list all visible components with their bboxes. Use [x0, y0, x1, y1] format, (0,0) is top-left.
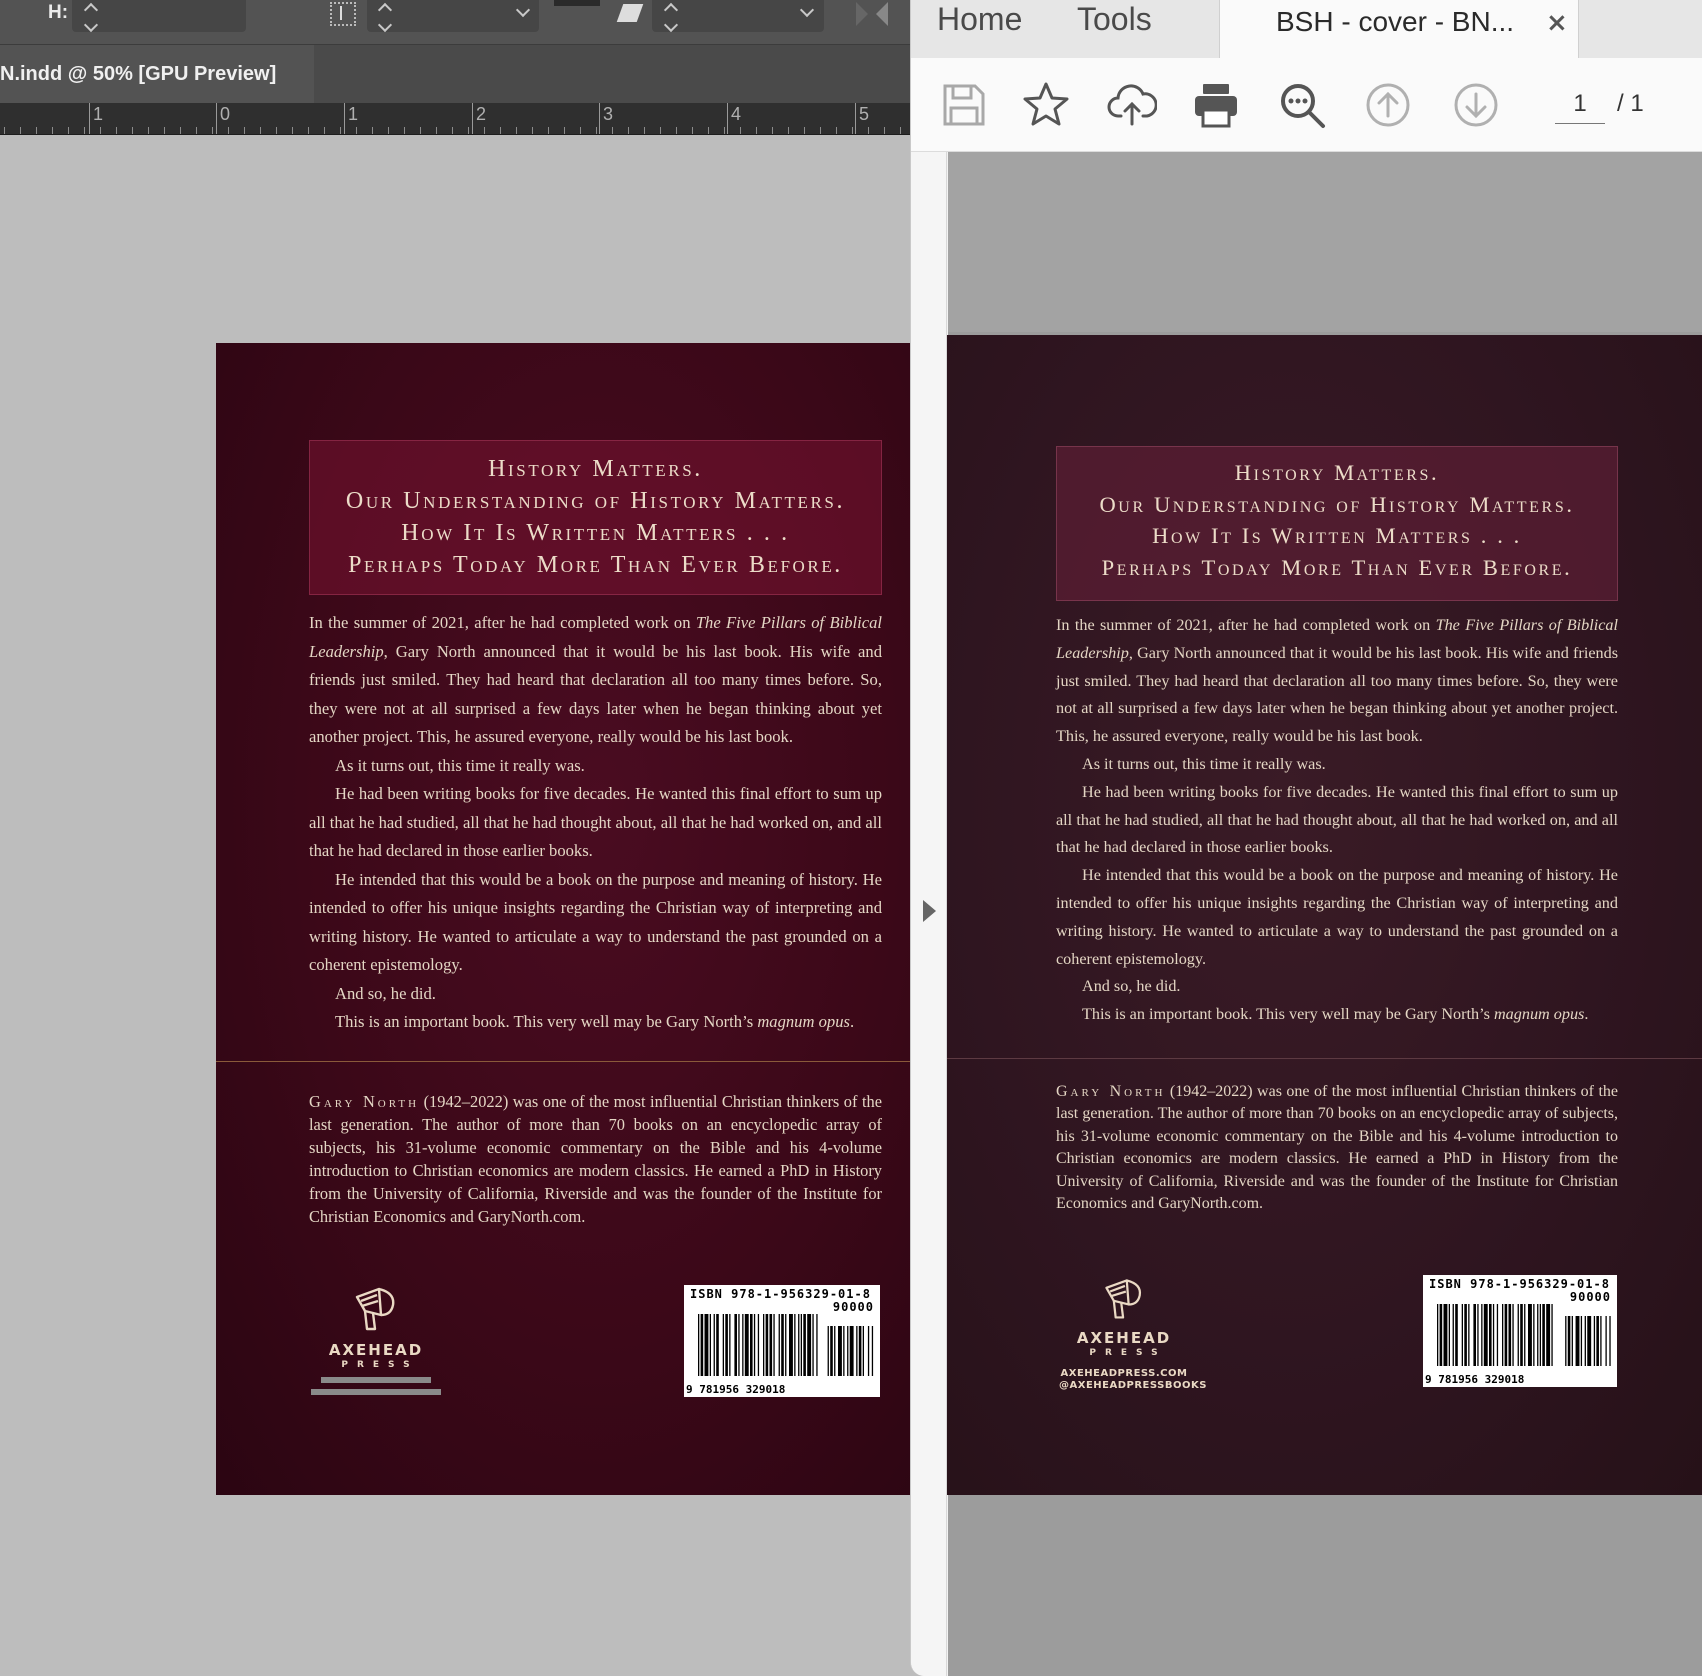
ruler-number: 4 — [731, 104, 742, 124]
axehead-megaphone-icon — [1105, 1279, 1142, 1319]
page-number-input[interactable]: 1 — [1555, 84, 1605, 124]
barcode-bars — [1437, 1304, 1611, 1366]
placeholder-lines — [311, 1377, 441, 1401]
quote-box: History Matters. Our Understanding of Hi… — [309, 440, 882, 595]
shear-stepper[interactable] — [660, 0, 682, 38]
ruler-number: 3 — [603, 104, 614, 124]
bookmark-star-icon[interactable] — [1021, 80, 1071, 130]
expand-pane-icon[interactable] — [923, 900, 936, 922]
divider — [947, 1058, 1702, 1059]
indesign-control-bar: H: — [0, 0, 910, 45]
quote-line: How It Is Written Matters . . . — [1152, 523, 1522, 548]
acrobat-cover-page[interactable]: History Matters. Our Understanding of Hi… — [947, 335, 1702, 1495]
height-stepper[interactable] — [80, 0, 102, 38]
zoom-icon[interactable] — [1277, 80, 1327, 130]
publisher-press: PRESS — [1089, 1348, 1167, 1358]
ean-digits: 9 781956 329018 — [686, 1383, 788, 1396]
page-down-icon[interactable] — [1451, 80, 1501, 130]
isbn-barcode: ISBN 978-1-956329-01-8 90000 9 781956 32… — [684, 1285, 880, 1397]
ruler-number: 0 — [220, 104, 231, 124]
ruler-number: 1 — [93, 104, 104, 124]
divider — [216, 1061, 910, 1062]
page-area — [948, 152, 1702, 332]
quote-line: History Matters. — [488, 456, 703, 482]
horizontal-ruler[interactable]: 1 0 1 2 3 4 5 — [0, 103, 910, 135]
upload-cloud-icon[interactable] — [1107, 80, 1157, 130]
reference-point-icon[interactable] — [330, 2, 356, 26]
quote-line: Our Understanding of History Matters. — [345, 488, 846, 514]
document-tab-label: BSH - cover - BN... — [1276, 6, 1515, 37]
author-name: Gary North — [309, 1092, 420, 1111]
author-bio: Gary North (1942–2022) was one of the mo… — [1056, 1083, 1618, 1213]
publisher-press: PRESS — [341, 1360, 419, 1370]
ruler-number: 5 — [859, 104, 870, 124]
barcode-bars — [698, 1314, 874, 1376]
isbn-text: ISBN 978-1-956329-01-8 — [1429, 1277, 1610, 1291]
flip-horizontal-icon[interactable] — [856, 2, 868, 26]
stroke-swatch[interactable] — [554, 0, 600, 6]
indesign-cover-page[interactable]: History Matters. Our Understanding of Hi… — [216, 343, 910, 1495]
axehead-megaphone-icon — [355, 1287, 395, 1331]
tab-tools[interactable]: Tools — [1077, 0, 1152, 38]
ruler-number: 1 — [348, 104, 359, 124]
page-up-icon[interactable] — [1363, 80, 1413, 130]
publisher-website: AXEHEADPRESS.COM — [1060, 1368, 1188, 1379]
blurb-text: In the summer of 2021, after he had comp… — [1056, 616, 1618, 1024]
save-icon[interactable] — [939, 80, 989, 130]
quote-box: History Matters. Our Understanding of Hi… — [1056, 446, 1618, 601]
price-code: 90000 — [1569, 1290, 1611, 1304]
quote-line: How It Is Written Matters . . . — [401, 520, 790, 546]
quote-line: History Matters. — [1234, 460, 1440, 485]
navigation-pane-collapsed[interactable] — [911, 152, 947, 1676]
scale-stepper[interactable] — [374, 0, 396, 38]
quote-line: Our Understanding of History Matters. — [1099, 491, 1575, 517]
isbn-text: ISBN 978-1-956329-01-8 — [690, 1287, 871, 1301]
document-tab-bar: N.indd @ 50% [GPU Preview] — [0, 45, 910, 103]
ean-digits: 9 781956 329018 — [1425, 1373, 1527, 1386]
price-code: 90000 — [832, 1300, 874, 1314]
quote-line: Perhaps Today More Than Ever Before. — [1101, 554, 1573, 580]
quote-line: Perhaps Today More Than Ever Before. — [348, 552, 843, 578]
publisher-social: @AXEHEADPRESSBOOKS — [1059, 1380, 1207, 1391]
blurb-text: In the summer of 2021, after he had comp… — [309, 613, 882, 1031]
tab-document[interactable]: BSH - cover - BN... × — [1219, 0, 1579, 58]
height-label: H: — [48, 2, 69, 23]
author-name: Gary North — [1056, 1083, 1166, 1100]
tab-home[interactable]: Home — [937, 0, 1022, 38]
page-total: / 1 — [1617, 90, 1644, 117]
acrobat-tab-bar: Home Tools BSH - cover - BN... × — [911, 0, 1702, 58]
isbn-barcode: ISBN 978-1-956329-01-8 90000 9 781956 32… — [1423, 1275, 1617, 1387]
publisher-name: AXEHEAD — [1076, 1329, 1172, 1347]
acrobat-toolbar: 1 / 1 — [911, 58, 1702, 152]
author-bio: Gary North (1942–2022) was one of the mo… — [309, 1092, 882, 1226]
print-icon[interactable] — [1191, 80, 1241, 130]
document-tab[interactable]: N.indd @ 50% [GPU Preview] — [0, 45, 314, 103]
close-icon[interactable]: × — [1546, 8, 1568, 38]
shear-icon — [616, 4, 644, 22]
publisher-logo: AXEHEAD PRESS AXEHEADPRESS.COM @AXEHEADP… — [1059, 1273, 1207, 1392]
publisher-logo: AXEHEAD PRESS — [316, 1281, 436, 1370]
publisher-name: AXEHEAD — [328, 1341, 424, 1359]
ruler-number: 2 — [476, 104, 487, 124]
